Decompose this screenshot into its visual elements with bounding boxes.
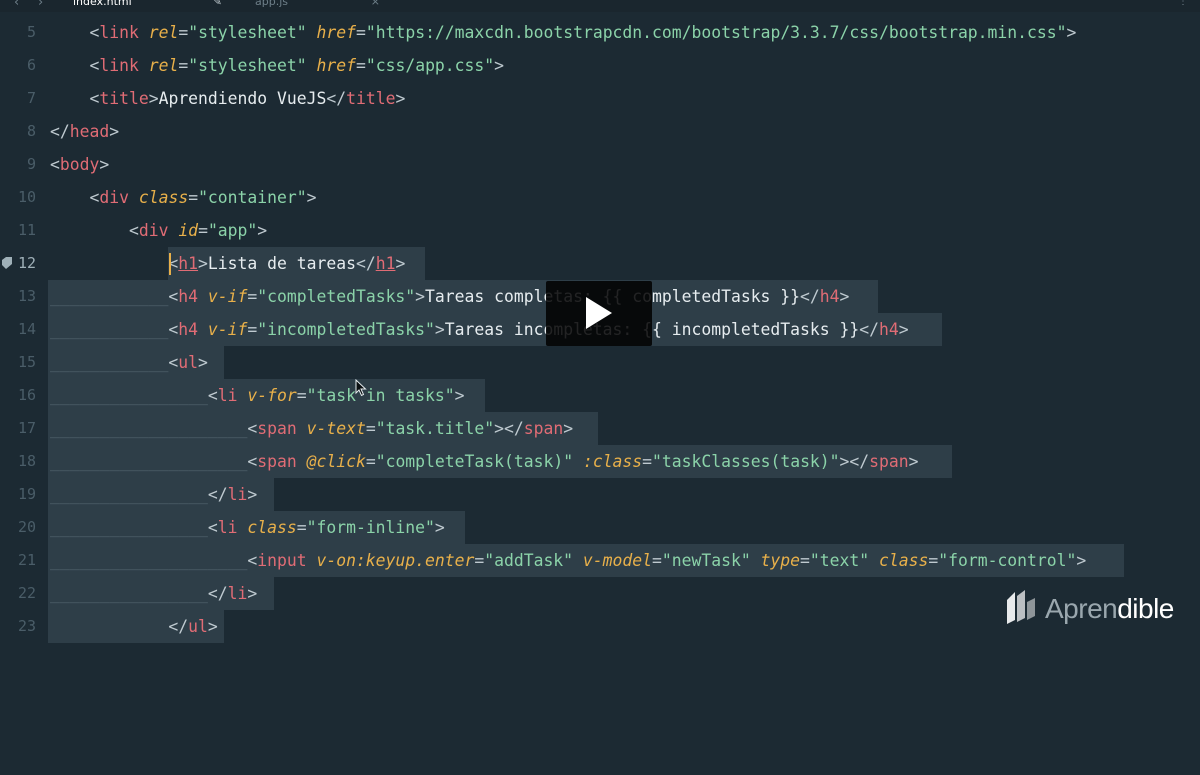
line-number: 21 bbox=[17, 551, 36, 569]
code-line: 10 <div class="container"> bbox=[0, 181, 1200, 214]
line-number: 15 bbox=[17, 353, 36, 371]
tab-label: index.html bbox=[73, 0, 132, 8]
tab-index-html[interactable]: index.html ✎ bbox=[60, 0, 228, 12]
code-line: 15 ____________<ul> bbox=[0, 346, 1200, 379]
line-number: 5 bbox=[26, 23, 36, 41]
line-number: 9 bbox=[26, 155, 36, 173]
code-line: 16 ________________<li v-for="task in ta… bbox=[0, 379, 1200, 412]
line-number: 16 bbox=[17, 386, 36, 404]
line-number: 23 bbox=[17, 617, 36, 635]
text-caret bbox=[169, 253, 171, 275]
forward-arrow-icon[interactable]: › bbox=[38, 0, 43, 10]
line-number: 14 bbox=[17, 320, 36, 338]
tab-app-js[interactable]: app.js × bbox=[242, 0, 392, 12]
close-icon[interactable]: × bbox=[371, 0, 380, 8]
line-number: 19 bbox=[17, 485, 36, 503]
code-line: 8 </head> bbox=[0, 115, 1200, 148]
code-line: 21 ____________________<input v-on:keyup… bbox=[0, 544, 1200, 577]
code-line: 7 <title>Aprendiendo VueJS</title> bbox=[0, 82, 1200, 115]
mouse-cursor-icon bbox=[355, 379, 367, 397]
code-line: 18 ____________________<span @click="com… bbox=[0, 445, 1200, 478]
back-arrow-icon[interactable]: ‹ bbox=[14, 0, 19, 10]
more-icon[interactable]: ⋮ bbox=[1178, 0, 1188, 7]
line-number: 22 bbox=[17, 584, 36, 602]
line-number: 13 bbox=[17, 287, 36, 305]
line-number: 8 bbox=[26, 122, 36, 140]
aprendible-logo-icon bbox=[1007, 590, 1035, 624]
play-button[interactable] bbox=[546, 281, 652, 346]
line-number: 6 bbox=[26, 56, 36, 74]
tab-bar: ‹ › index.html ✎ app.js × ⋮ bbox=[0, 0, 1200, 12]
code-line: 9 <body> bbox=[0, 148, 1200, 181]
code-line-current: 12 <h1>Lista de tareas</h1> bbox=[0, 247, 1200, 280]
line-number: 18 bbox=[17, 452, 36, 470]
line-number: 12 bbox=[17, 254, 36, 272]
code-line: 6 <link rel="stylesheet" href="css/app.c… bbox=[0, 49, 1200, 82]
line-number: 7 bbox=[26, 89, 36, 107]
code-line: 20 ________________<li class="form-inlin… bbox=[0, 511, 1200, 544]
line-number: 10 bbox=[17, 188, 36, 206]
line-number: 20 bbox=[17, 518, 36, 536]
line-number: 11 bbox=[17, 221, 36, 239]
code-line: 19 ________________</li> bbox=[0, 478, 1200, 511]
pencil-icon: ✎ bbox=[212, 0, 222, 8]
code-line: 11 <div id="app"> bbox=[0, 214, 1200, 247]
code-line: 17 ____________________<span v-text="tas… bbox=[0, 412, 1200, 445]
play-icon bbox=[586, 297, 612, 329]
code-line: 5 <link rel="stylesheet" href="https://m… bbox=[0, 16, 1200, 49]
logo-text: Aprendible bbox=[1045, 593, 1174, 624]
line-number: 17 bbox=[17, 419, 36, 437]
tab-label: app.js bbox=[255, 0, 288, 8]
